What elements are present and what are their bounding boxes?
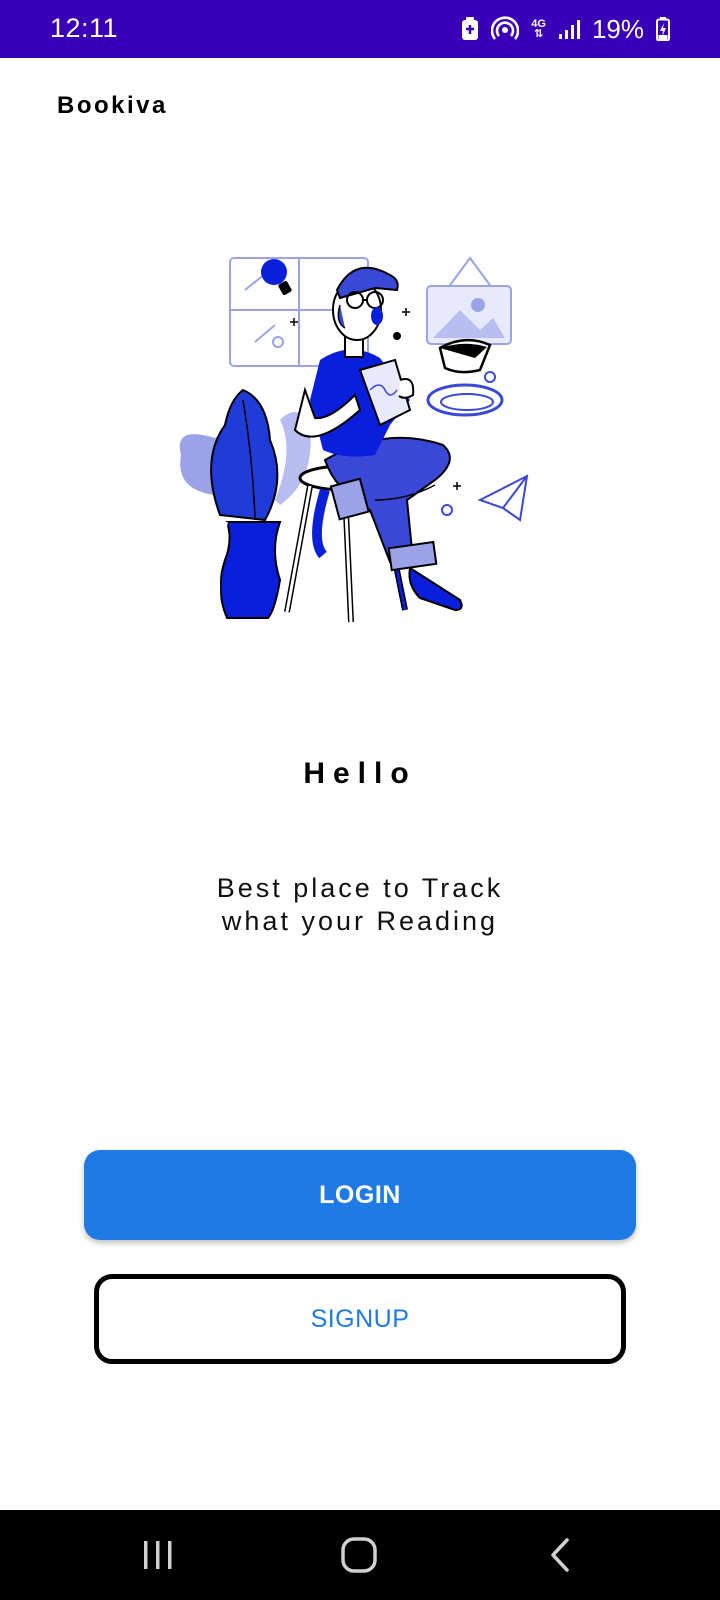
hero-illustration (175, 250, 545, 640)
data-saver-icon (461, 17, 479, 41)
signal-icon (558, 18, 580, 40)
hotspot-icon (491, 16, 520, 42)
recent-apps-icon[interactable] (133, 1532, 183, 1578)
login-button[interactable]: LOGIN (84, 1150, 636, 1240)
home-icon[interactable] (334, 1532, 384, 1578)
tagline-line-1: Best place to Track (216, 873, 504, 903)
status-icons: 4G ⇅ 19% (461, 12, 670, 46)
battery-charging-icon (656, 17, 670, 41)
picture-frame-icon (426, 256, 512, 345)
back-icon[interactable] (536, 1532, 586, 1578)
status-bar: 12:11 4G ⇅ 19% (0, 0, 720, 58)
tagline-line-2: what your Reading (221, 906, 499, 936)
navigation-bar (0, 1510, 720, 1600)
coffee-cup-icon (426, 339, 504, 417)
app-title: Bookiva (57, 92, 168, 119)
paper-plane-icon (477, 474, 529, 522)
tagline: Best place to Track what your Reading (160, 872, 560, 938)
light-bulb-icon (261, 259, 292, 295)
battery-percent: 19% (591, 13, 644, 44)
signup-button[interactable]: SIGNUP (94, 1274, 626, 1364)
network-type: 4G ⇅ (531, 18, 546, 40)
welcome-heading: Hello (303, 757, 417, 790)
status-time: 12:11 (50, 13, 119, 43)
